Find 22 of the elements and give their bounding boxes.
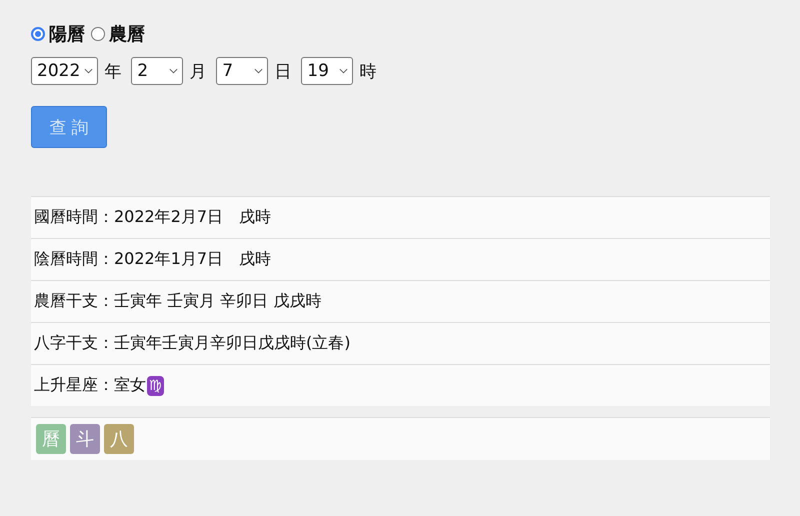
dropdown[interactable]: 19 xyxy=(301,57,354,85)
unit-label: 年 xyxy=(104,60,122,82)
result-text: 農曆干支：壬寅年 壬寅月 辛卯日 戊戌時 xyxy=(34,291,322,312)
zodiac-symbol: ♍ xyxy=(147,376,164,396)
caret-icon xyxy=(339,68,348,74)
result-text: 八字干支：壬寅年壬寅月辛卯日戊戌時(立春) xyxy=(34,333,350,354)
dropdown[interactable]: 2022 xyxy=(31,57,98,85)
radio-button[interactable] xyxy=(91,27,105,41)
radio-label[interactable]: 陽曆 xyxy=(49,22,85,46)
unit-label: 時 xyxy=(359,60,376,82)
result-text: 上升星座：室女 xyxy=(34,375,146,396)
result-text: 陰曆時間：2022年1月7日 戌時 xyxy=(34,249,272,270)
result-text: 國曆時間：2022年2月7日 戌時 xyxy=(34,207,272,228)
dropdown[interactable]: 7 xyxy=(216,57,268,85)
caret-icon xyxy=(169,68,178,74)
caret-icon xyxy=(84,68,94,74)
radio-button[interactable] xyxy=(31,27,45,41)
radio-label[interactable]: 農曆 xyxy=(109,22,145,46)
caret-icon xyxy=(254,68,264,74)
dropdown[interactable]: 2 xyxy=(131,57,184,85)
unit-label: 月 xyxy=(189,60,206,82)
unit-label: 日 xyxy=(274,60,292,82)
